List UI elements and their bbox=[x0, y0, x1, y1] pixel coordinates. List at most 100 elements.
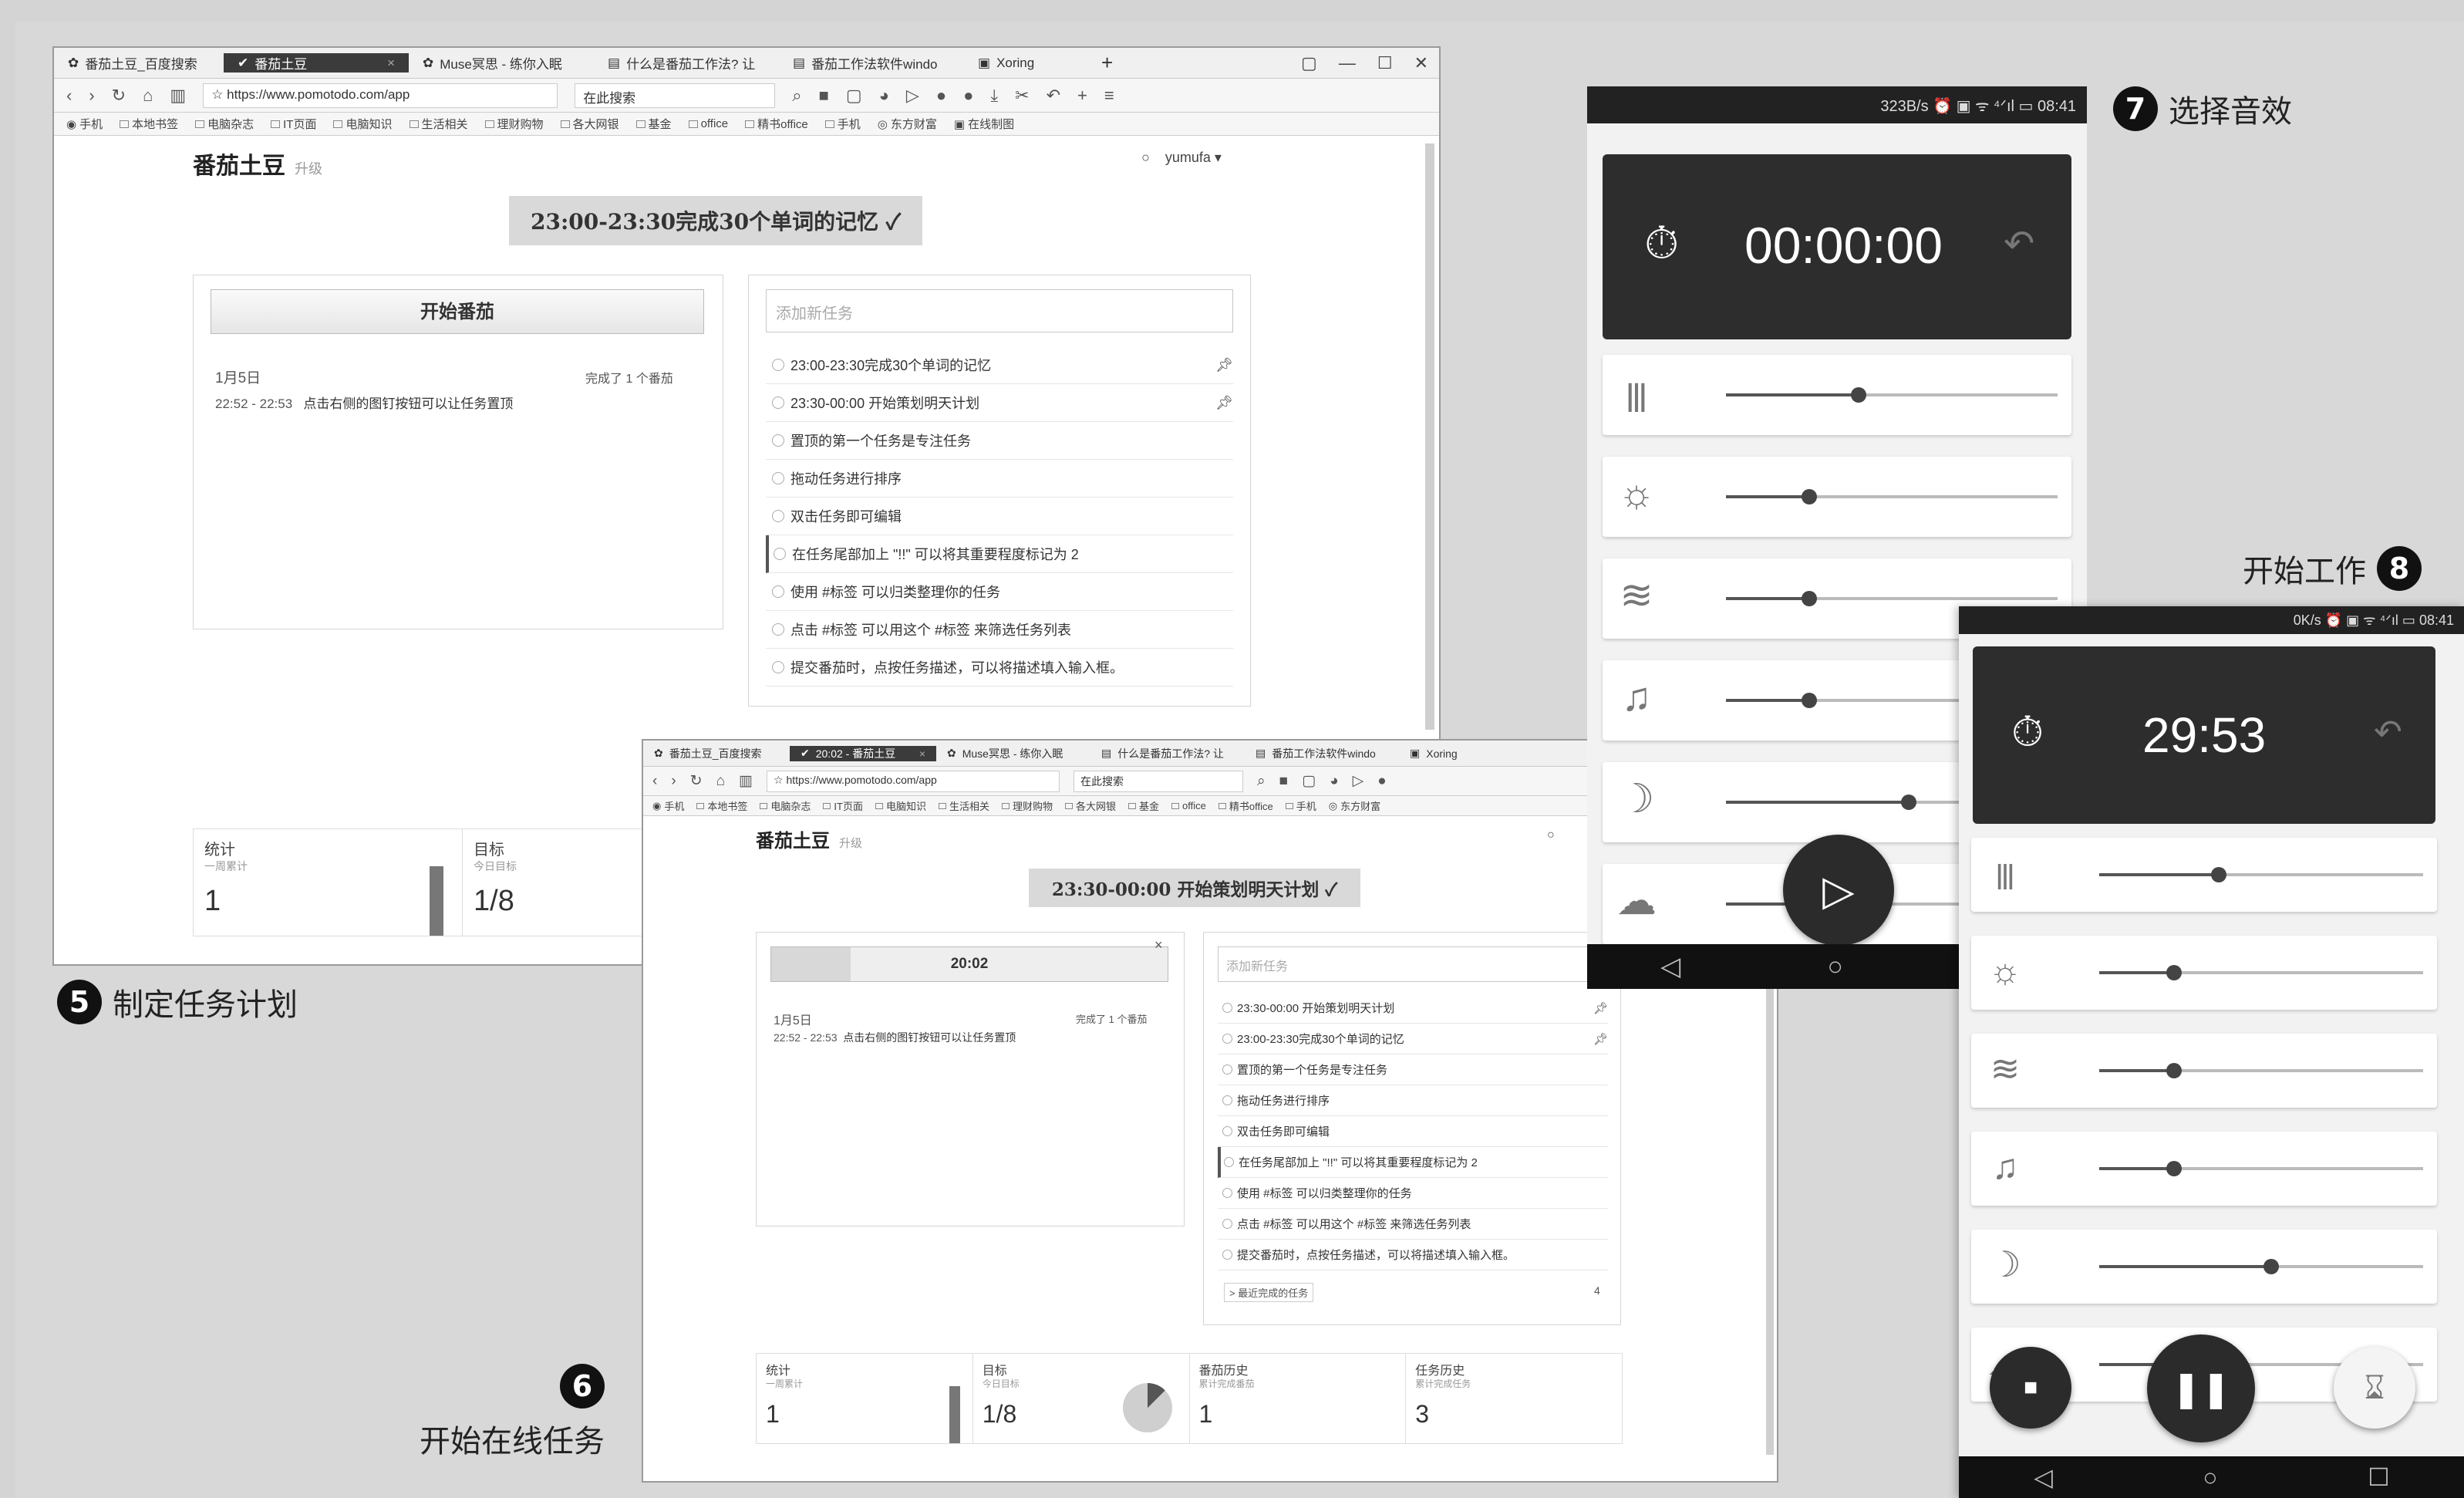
scissors-icon[interactable]: ✂ bbox=[1015, 86, 1029, 106]
extension-icon[interactable]: ● bbox=[1377, 773, 1386, 790]
pause-button[interactable]: ❚❚ bbox=[2147, 1334, 2255, 1442]
task-checkbox[interactable] bbox=[1222, 1250, 1232, 1260]
volume-slider[interactable] bbox=[2099, 965, 2423, 980]
task-item[interactable]: 在任务尾部加上 "!!" 可以将其重要程度标记为 2 bbox=[766, 535, 1233, 573]
task-checkbox[interactable] bbox=[1224, 1157, 1234, 1167]
task-item[interactable]: 双击任务即可编辑 bbox=[1218, 1116, 1608, 1147]
task-checkbox[interactable] bbox=[774, 548, 786, 560]
undo-icon[interactable]: ↶ bbox=[1047, 86, 1060, 106]
task-checkbox[interactable] bbox=[1222, 1064, 1232, 1075]
task-checkbox[interactable] bbox=[772, 472, 784, 484]
waves-icon[interactable]: ≋ bbox=[1613, 572, 1660, 619]
bookmark[interactable]: 基金 bbox=[635, 116, 672, 132]
play-icon[interactable]: ▷ bbox=[1353, 772, 1364, 790]
close-tab-icon[interactable]: × bbox=[919, 747, 925, 760]
bookmark[interactable]: 生活相关 bbox=[409, 116, 468, 132]
slider-knob[interactable] bbox=[1801, 693, 1817, 708]
sun-icon[interactable]: ☼ bbox=[1613, 471, 1660, 517]
bookmark[interactable]: 基金 bbox=[1128, 798, 1159, 813]
bookmark[interactable]: 各大网银 bbox=[560, 116, 619, 132]
bookmark[interactable]: 电脑杂志 bbox=[760, 798, 811, 813]
forward-icon[interactable]: › bbox=[671, 773, 676, 790]
bookmark[interactable]: 手机 bbox=[1285, 798, 1316, 813]
bookmark[interactable]: 生活相关 bbox=[938, 798, 989, 813]
task-checkbox[interactable] bbox=[1222, 1219, 1232, 1229]
volume-slider[interactable] bbox=[1726, 387, 2058, 403]
search-icon[interactable]: ⌕ bbox=[792, 86, 801, 106]
home-icon[interactable]: ⌂ bbox=[716, 773, 725, 790]
task-checkbox[interactable] bbox=[772, 661, 784, 673]
bookmark[interactable]: 理财购物 bbox=[484, 116, 544, 132]
task-item[interactable]: 提交番茄时，点按任务描述，可以将描述填入输入框。 bbox=[1218, 1240, 1608, 1270]
search-icon[interactable]: ○ bbox=[1141, 150, 1150, 165]
bookmark[interactable]: 各大网银 bbox=[1065, 798, 1116, 813]
tab[interactable]: ✿ Muse冥思 - 练你入眠 bbox=[936, 746, 1090, 761]
cancel-icon[interactable]: × bbox=[1154, 937, 1163, 953]
search-icon[interactable]: ○ bbox=[1547, 828, 1555, 842]
close-tab-icon[interactable]: × bbox=[387, 56, 395, 71]
bookmark[interactable]: office bbox=[1171, 800, 1206, 811]
extension-icon[interactable]: ◕ bbox=[879, 86, 889, 106]
screenshot-icon[interactable]: ▢ bbox=[1302, 772, 1316, 790]
task-item[interactable]: 置顶的第一个任务是专注任务 bbox=[766, 422, 1233, 460]
minimize-icon[interactable]: — bbox=[1339, 53, 1356, 73]
screenshot-icon[interactable]: ▢ bbox=[846, 86, 862, 106]
task-checkbox[interactable] bbox=[772, 434, 784, 447]
url-field[interactable]: ☆ https://www.pomotodo.com/app bbox=[203, 83, 558, 108]
plus-icon[interactable]: + bbox=[1077, 86, 1087, 106]
task-item[interactable]: 23:30-00:00 开始策划明天计划 📌︎ bbox=[1218, 993, 1608, 1024]
bookmark[interactable]: ◉ 手机 bbox=[66, 116, 103, 132]
task-item[interactable]: 拖动任务进行排序 bbox=[766, 460, 1233, 498]
refresh-icon[interactable]: ↻ bbox=[112, 86, 126, 106]
search-icon[interactable]: ⌕ bbox=[1257, 773, 1266, 790]
tab[interactable]: ✿ 番茄土豆_百度搜索 bbox=[643, 746, 790, 761]
rain-cloud-icon[interactable]: ☁ bbox=[1613, 878, 1660, 924]
search-field[interactable]: 在此搜索 bbox=[1074, 770, 1244, 792]
tab[interactable]: ✿ 番茄土豆_百度搜索 bbox=[54, 53, 224, 73]
bell-icon[interactable]: ♫ bbox=[1982, 1145, 2028, 1187]
bookmark[interactable]: 理财购物 bbox=[1001, 798, 1053, 813]
slider-knob[interactable] bbox=[1801, 489, 1817, 504]
task-checkbox[interactable] bbox=[1222, 1126, 1232, 1136]
task-checkbox[interactable] bbox=[772, 585, 784, 598]
volume-slider[interactable] bbox=[2099, 1161, 2423, 1176]
home-nav-icon[interactable]: ○ bbox=[2203, 1463, 2217, 1492]
pin-icon[interactable]: 📌︎ bbox=[1215, 357, 1233, 373]
bookmark[interactable]: 精书office bbox=[1218, 798, 1273, 813]
task-checkbox[interactable] bbox=[772, 623, 784, 636]
moon-icon[interactable]: ☽ bbox=[1982, 1243, 2028, 1285]
volume-slider[interactable] bbox=[1726, 489, 2058, 504]
task-checkbox[interactable] bbox=[772, 510, 784, 522]
task-item[interactable]: 23:00-23:30完成30个单词的记忆 📌︎ bbox=[766, 346, 1233, 384]
download-icon[interactable]: ⤓ bbox=[990, 86, 998, 106]
task-checkbox[interactable] bbox=[772, 396, 784, 409]
task-item[interactable]: 使用 #标签 可以归类整理你的任务 bbox=[1218, 1178, 1608, 1209]
tab[interactable]: ✿ Muse冥思 - 练你入眠 bbox=[409, 53, 594, 73]
bookmark[interactable]: office bbox=[688, 117, 728, 130]
slider-knob[interactable] bbox=[2166, 1063, 2182, 1078]
bell-chime-icon[interactable]: 𝍫 bbox=[1982, 852, 2028, 912]
url-field[interactable]: ☆ https://www.pomotodo.com/app bbox=[767, 770, 1060, 792]
bookmark[interactable]: 精书office bbox=[745, 116, 808, 132]
task-item[interactable]: 点击 #标签 可以用这个 #标签 来筛选任务列表 bbox=[766, 611, 1233, 649]
stop-button[interactable]: ■ bbox=[1990, 1347, 2071, 1429]
back-icon[interactable]: ‹ bbox=[66, 86, 72, 106]
hourglass-button[interactable]: ⌛︎ bbox=[2334, 1347, 2415, 1429]
new-task-input[interactable]: 添加新任务 bbox=[766, 289, 1233, 332]
task-item[interactable]: 23:00-23:30完成30个单词的记忆 📌︎ bbox=[1218, 1024, 1608, 1054]
scrollbar[interactable] bbox=[1425, 143, 1434, 730]
pin-icon[interactable]: 📌︎ bbox=[1593, 1032, 1608, 1046]
bookmark[interactable]: ◎ 东方财富 bbox=[1329, 798, 1380, 813]
reader-icon[interactable]: ▥ bbox=[739, 772, 753, 790]
task-checkbox[interactable] bbox=[1222, 1003, 1232, 1013]
upgrade-link[interactable]: 升级 bbox=[839, 837, 862, 850]
extension-icon[interactable]: ◕ bbox=[1330, 773, 1338, 790]
tab[interactable]: ▣ Xoring bbox=[1399, 747, 1499, 760]
bookmark[interactable]: 电脑知识 bbox=[333, 116, 393, 132]
bookmark[interactable]: ▣ 在线制图 bbox=[954, 116, 1014, 132]
forward-icon[interactable]: › bbox=[89, 86, 94, 106]
star-icon[interactable]: ☆ bbox=[211, 87, 227, 102]
camera-icon[interactable]: ■ bbox=[819, 86, 829, 106]
reader-icon[interactable]: ▥ bbox=[170, 86, 186, 106]
bell-icon[interactable]: ♫ bbox=[1613, 674, 1660, 720]
